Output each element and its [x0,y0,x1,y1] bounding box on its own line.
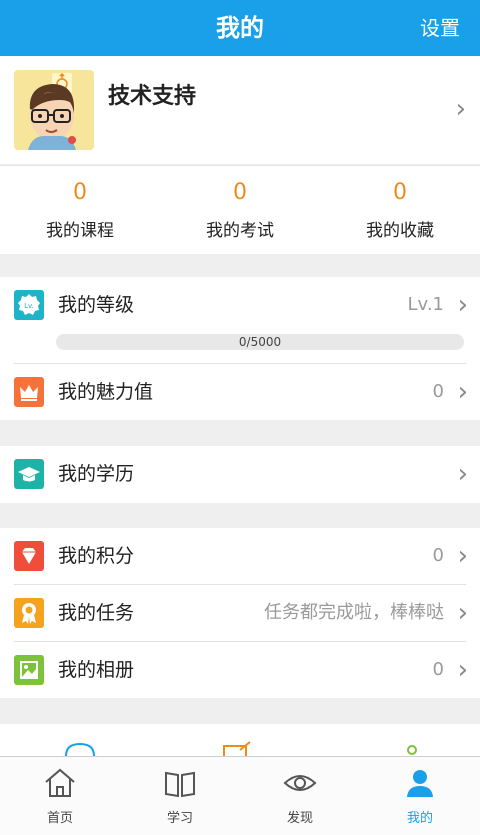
stat-courses[interactable]: 0 我的课程 [0,166,160,254]
tab-label: 首页 [46,811,73,826]
diamond-icon [14,541,44,571]
svg-text:Lv.: Lv. [24,302,34,310]
chevron-right-icon: › [457,290,468,320]
rewards-card: 我的积分 0 › 我的任务 任务都完成啦，棒棒哒 › 我的相册 0 › [0,528,480,698]
partial-card [0,724,480,761]
album-value: 0 [432,659,444,680]
chevron-right-icon: › [457,377,468,407]
stat-label: 我的课程 [46,221,114,241]
eye-icon [282,765,318,801]
chevron-right-icon: › [457,459,468,489]
crown-icon [14,377,44,407]
book-icon [162,765,198,801]
partial-icons [65,741,417,761]
stat-value: 0 [233,180,247,205]
menu-item-tasks[interactable]: 我的任务 任务都完成啦，棒棒哒 › [0,585,480,641]
menu-item-label: 我的积分 [58,545,135,567]
tab-study[interactable]: 学习 [120,757,240,835]
tab-label: 发现 [286,811,313,826]
menu-item-label: 我的任务 [58,602,135,624]
menu-item-education[interactable]: 我的学历 › [0,446,480,502]
page-title: 我的 [216,14,264,42]
settings-button[interactable]: 设置 [420,0,460,56]
menu-item-label: 我的等级 [58,294,135,316]
level-progress-bar: 0/5000 [56,334,464,350]
app-header: 我的 设置 [0,0,480,56]
avatar [14,70,94,150]
stat-value: 0 [73,180,87,205]
stat-label: 我的收藏 [366,221,434,241]
home-icon [42,765,78,801]
menu-item-label: 我的学历 [58,463,135,485]
medal-icon [14,598,44,628]
charm-value: 0 [432,381,444,402]
stat-favorites[interactable]: 0 我的收藏 [320,166,480,254]
tab-label: 我的 [406,811,433,826]
profile-name: 技术支持 [108,84,197,109]
level-badge-icon: Lv. [14,290,44,320]
tab-home[interactable]: 首页 [0,757,120,835]
menu-item-points[interactable]: 我的积分 0 › [0,528,480,584]
profile-card[interactable]: 技术支持 › [0,56,480,164]
menu-item-album[interactable]: 我的相册 0 › [0,642,480,698]
chevron-right-icon: › [457,541,468,571]
chevron-right-icon: › [455,94,466,124]
stat-exams[interactable]: 0 我的考试 [160,166,320,254]
user-icon [402,765,438,801]
stats-bar: 0 我的课程 0 我的考试 0 我的收藏 [0,165,480,254]
bottom-tab-bar: 首页 学习 发现 我的 [0,756,480,835]
level-value: Lv.1 [407,294,444,315]
stat-value: 0 [393,180,407,205]
tasks-value: 任务都完成啦，棒棒哒 [264,602,444,623]
menu-item-label: 我的相册 [58,659,135,681]
education-card: 我的学历 › [0,446,480,503]
chevron-right-icon: › [457,598,468,628]
tab-label: 学习 [166,811,193,826]
stat-label: 我的考试 [206,221,274,241]
menu-item-level[interactable]: Lv. 我的等级 Lv.1 › [0,277,480,333]
level-progress-text: 0/5000 [238,335,282,349]
tab-discover[interactable]: 发现 [240,757,360,835]
menu-item-label: 我的魅力值 [58,381,154,403]
menu-item-charm[interactable]: 我的魅力值 0 › [0,364,480,420]
points-value: 0 [432,545,444,566]
photo-album-icon [14,655,44,685]
tab-mine[interactable]: 我的 [360,757,480,835]
graduation-cap-icon [14,459,44,489]
chevron-right-icon: › [457,655,468,685]
